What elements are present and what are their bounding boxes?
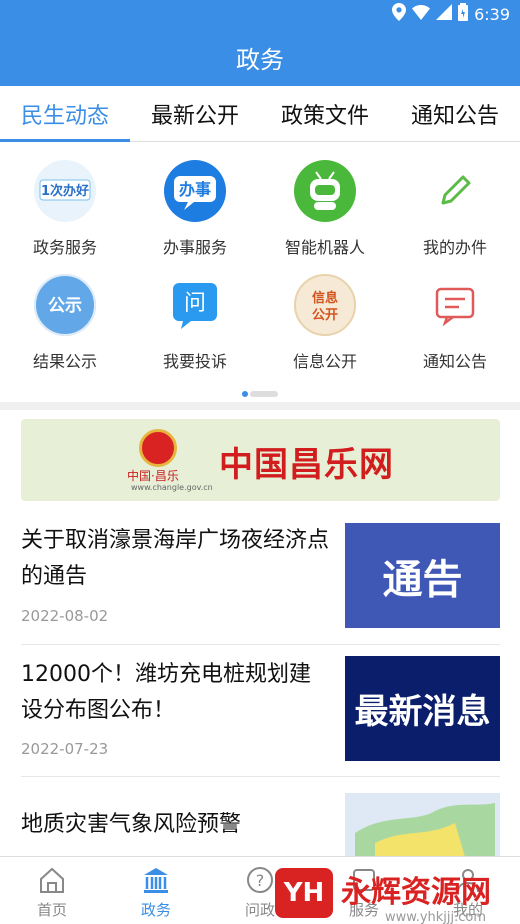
- government-building-icon: [141, 865, 171, 895]
- svg-text:问: 问: [184, 291, 206, 316]
- battery-icon: [458, 3, 469, 25]
- grid-label: 结果公示: [32, 352, 97, 371]
- wifi-icon: [412, 4, 431, 24]
- question-chat-icon: 问: [164, 274, 226, 336]
- tab-notices[interactable]: 通知公告: [390, 86, 520, 141]
- news-item[interactable]: 12000个！潍坊充电桩规划建设分布图公布！ 2022-07-23 最新消息: [21, 645, 500, 777]
- pencil-icon: [424, 160, 486, 222]
- svg-text:公示: 公示: [48, 296, 82, 316]
- section-divider: [0, 402, 520, 410]
- tab-latest-public[interactable]: 最新公开: [130, 86, 260, 141]
- service-grid: 1次办好 政务服务 办事 办事服务 智能机器人 我的办件 公示 结果公示 问 我…: [0, 150, 520, 380]
- status-time: 6:39: [474, 4, 510, 24]
- news-item[interactable]: 关于取消濠景海岸广场夜经济点的通告 2022-08-02 通告: [21, 513, 500, 645]
- page-indicator: [242, 391, 278, 397]
- status-bar: 6:39: [0, 0, 520, 28]
- grid-item-result-publicity[interactable]: 公示 结果公示: [0, 264, 130, 374]
- grid-item-government-service[interactable]: 1次办好 政务服务: [0, 150, 130, 260]
- grid-item-robot[interactable]: 智能机器人: [260, 150, 390, 260]
- news-thumbnail: 最新消息: [345, 656, 500, 761]
- question-icon: ?: [245, 865, 275, 895]
- grid-item-banshi-service[interactable]: 办事 办事服务: [130, 150, 260, 260]
- banner-url: www.changle.gov.cn: [131, 483, 213, 492]
- yicibanhao-logo-icon: 1次办好: [34, 160, 96, 222]
- grid-label: 我的办件: [422, 238, 487, 257]
- page-indicator-dot-active: [242, 391, 248, 397]
- svg-text:?: ?: [256, 871, 265, 890]
- app-header: 政务: [0, 28, 520, 86]
- svg-text:办事: 办事: [179, 180, 211, 199]
- grid-label: 我要投诉: [162, 352, 227, 371]
- tab-label: 政策文件: [280, 103, 369, 129]
- watermark-text: 永辉资源网: [341, 875, 491, 910]
- news-title: 关于取消濠景海岸广场夜经济点的通告: [21, 528, 330, 589]
- grid-item-info-public[interactable]: 信息 公开 信息公开: [260, 264, 390, 374]
- thumb-text: 通告: [382, 556, 463, 603]
- nav-label: 问政: [244, 901, 275, 919]
- xinxi-gongkai-icon: 信息 公开: [294, 274, 356, 336]
- page-title: 政务: [236, 45, 284, 74]
- banner-title: 中国昌乐网: [219, 445, 394, 485]
- gongshi-icon: 公示: [34, 274, 96, 336]
- service-grid-row: 公示 结果公示 问 我要投诉 信息 公开 信息公开 通知公告: [0, 264, 520, 374]
- home-icon: [37, 865, 67, 895]
- changle-banner[interactable]: 中国·昌乐 www.changle.gov.cn 中国昌乐网: [21, 419, 500, 501]
- national-emblem-icon: [139, 429, 177, 467]
- grid-item-notice[interactable]: 通知公告: [390, 264, 520, 374]
- news-item[interactable]: 地质灾害气象风险预警: [21, 777, 500, 857]
- watermark: YH 永辉资源网 www.yhkjjj.com: [275, 862, 520, 924]
- tab-label: 通知公告: [410, 103, 499, 129]
- svg-text:信息: 信息: [312, 290, 338, 306]
- grid-item-complaint[interactable]: 问 我要投诉: [130, 264, 260, 374]
- thumb-text: 最新消息: [354, 692, 491, 732]
- nav-home[interactable]: 首页: [0, 857, 104, 924]
- tab-minsheng[interactable]: 民生动态: [0, 86, 130, 142]
- news-thumbnail-map: [345, 793, 500, 857]
- svg-text:公开: 公开: [312, 308, 338, 323]
- tab-label: 民生动态: [20, 103, 109, 129]
- svg-text:1次办好: 1次办好: [41, 183, 89, 199]
- news-title: 12000个！潍坊充电桩规划建设分布图公布！: [21, 662, 311, 723]
- news-thumbnail: 通告: [345, 523, 500, 628]
- notice-icon: [424, 274, 486, 336]
- grid-label: 信息公开: [292, 352, 357, 371]
- watermark-logo: YH: [275, 868, 333, 918]
- tab-label: 最新公开: [150, 103, 239, 129]
- nav-label: 首页: [36, 901, 67, 919]
- grid-label: 智能机器人: [284, 238, 365, 257]
- news-title: 地质灾害气象风险预警: [21, 812, 242, 837]
- grid-label: 通知公告: [422, 352, 487, 371]
- grid-label: 办事服务: [162, 238, 227, 257]
- news-date: 2022-08-02: [21, 607, 109, 625]
- service-grid-row: 1次办好 政务服务 办事 办事服务 智能机器人 我的办件: [0, 150, 520, 260]
- tab-bar: 民生动态 最新公开 政策文件 通知公告: [0, 86, 520, 142]
- news-date: 2022-07-23: [21, 740, 109, 758]
- location-icon: [392, 3, 407, 25]
- page-indicator-dot: [250, 391, 278, 397]
- robot-icon: [294, 160, 356, 222]
- nav-label: 政务: [140, 901, 171, 919]
- signal-icon: [436, 4, 453, 24]
- nav-government[interactable]: 政务: [104, 857, 208, 924]
- grid-label: 政务服务: [32, 238, 97, 257]
- watermark-url: www.yhkjjj.com: [385, 910, 487, 924]
- status-icons: 6:39: [392, 3, 510, 25]
- banshi-icon: 办事: [164, 160, 226, 222]
- tab-policy-files[interactable]: 政策文件: [260, 86, 390, 141]
- grid-item-my-cases[interactable]: 我的办件: [390, 150, 520, 260]
- banner-small-text: 中国·昌乐: [127, 469, 179, 483]
